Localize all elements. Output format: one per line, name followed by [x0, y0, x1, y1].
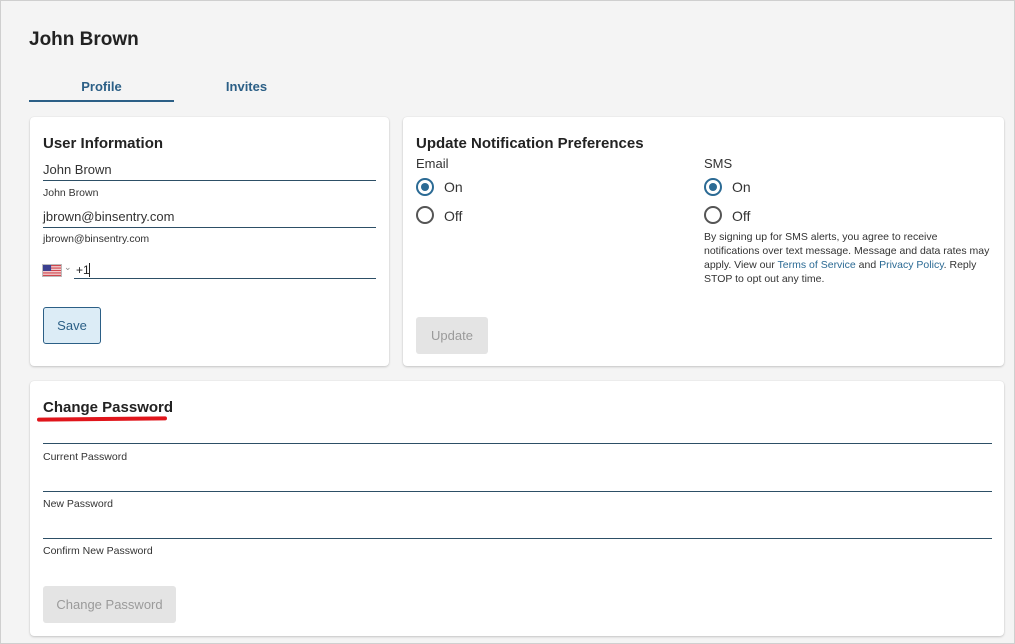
email-off-radio[interactable] — [416, 206, 434, 224]
tab-profile[interactable]: Profile — [29, 71, 174, 102]
sms-on-radio[interactable] — [704, 178, 722, 196]
tab-bar: Profile Invites — [29, 71, 319, 102]
update-button[interactable]: Update — [416, 317, 488, 354]
name-caption: John Brown — [43, 187, 99, 199]
page-title: John Brown — [29, 29, 139, 50]
email-input[interactable]: jbrown@binsentry.com — [43, 209, 174, 224]
tab-invites[interactable]: Invites — [174, 71, 319, 102]
notification-preferences-title: Update Notification Preferences — [416, 135, 644, 152]
email-on-label[interactable]: On — [444, 179, 463, 195]
sms-off-radio[interactable] — [704, 206, 722, 224]
email-caption: jbrown@binsentry.com — [43, 233, 150, 245]
change-password-title: Change Password — [43, 399, 174, 416]
app-frame: John Brown Profile Invites User Informat… — [0, 0, 1015, 644]
privacy-policy-link[interactable]: Privacy Policy — [879, 259, 944, 271]
name-input[interactable]: John Brown — [43, 162, 112, 177]
phone-input[interactable]: +1 — [76, 263, 90, 277]
new-password-caption: New Password — [43, 498, 114, 510]
confirm-password-caption: Confirm New Password — [43, 545, 153, 557]
name-input-underline — [43, 180, 376, 181]
us-flag-icon[interactable] — [42, 264, 62, 277]
sms-consent-note: By signing up for SMS alerts, you agree … — [704, 230, 994, 286]
annotation-underline — [36, 416, 168, 422]
change-password-button[interactable]: Change Password — [43, 586, 176, 623]
current-password-input[interactable] — [43, 443, 992, 444]
chevron-down-icon[interactable]: ⌄ — [64, 262, 72, 273]
sms-on-label[interactable]: On — [732, 179, 751, 195]
sms-pref-label: SMS — [704, 156, 733, 171]
terms-of-service-link[interactable]: Terms of Service — [778, 259, 856, 271]
sms-note-and: and — [855, 259, 880, 271]
change-password-card: Change Password Current Password New Pas… — [30, 381, 1004, 636]
phone-input-underline — [74, 278, 376, 279]
email-on-radio[interactable] — [416, 178, 434, 196]
confirm-password-input[interactable] — [43, 538, 992, 539]
email-input-underline — [43, 227, 376, 228]
notification-preferences-card: Update Notification Preferences Email On… — [403, 117, 1004, 366]
text-cursor — [89, 263, 90, 277]
new-password-input[interactable] — [43, 491, 992, 492]
user-information-card: User Information John Brown John Brown j… — [30, 117, 389, 366]
save-button[interactable]: Save — [43, 307, 101, 344]
email-pref-label: Email — [416, 156, 449, 171]
current-password-caption: Current Password — [43, 451, 128, 463]
sms-off-label[interactable]: Off — [732, 208, 750, 224]
user-information-title: User Information — [43, 135, 164, 152]
email-off-label[interactable]: Off — [444, 208, 462, 224]
